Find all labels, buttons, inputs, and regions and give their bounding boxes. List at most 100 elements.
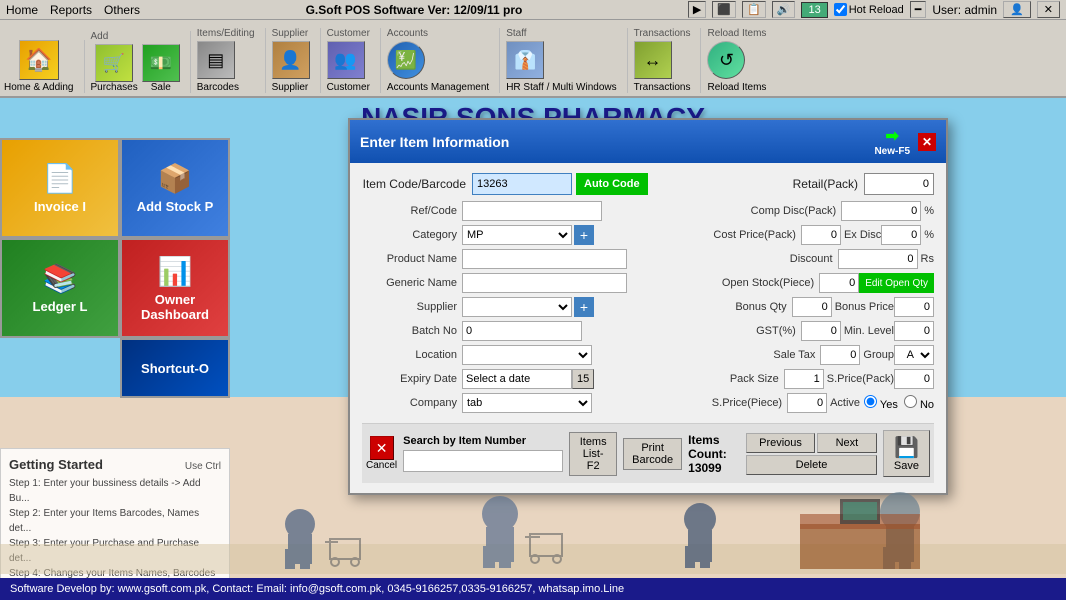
ex-disc-suffix: % — [924, 229, 934, 241]
print-barcode-button[interactable]: Print Barcode — [623, 438, 682, 470]
toolbar-customer-item[interactable]: 👥 Customer — [327, 41, 370, 93]
discount-label: Discount — [748, 253, 838, 265]
active-no-option[interactable]: No — [904, 395, 934, 411]
ref-code-label: Ref/Code — [362, 205, 462, 217]
supplier-select[interactable] — [462, 297, 572, 317]
bonus-price-input[interactable] — [894, 297, 934, 317]
batch-no-label: Batch No — [362, 325, 462, 337]
bonus-qty-input[interactable] — [792, 297, 832, 317]
counter-badge: 13 — [801, 2, 827, 18]
previous-button[interactable]: Previous — [746, 433, 815, 453]
ledger-button[interactable]: 📚 Ledger L — [0, 238, 120, 338]
status-icon-4[interactable]: 🔊 — [772, 1, 796, 18]
expiry-date-picker-button[interactable]: 15 — [572, 369, 594, 389]
toolbar-purchases-item[interactable]: 🛒 Purchases — [91, 44, 138, 93]
close-window-btn[interactable]: ✕ — [1037, 1, 1060, 18]
delete-button[interactable]: Delete — [746, 455, 877, 475]
gst-input[interactable] — [801, 321, 841, 341]
add-stock-button[interactable]: 📦 Add Stock P — [120, 138, 230, 238]
toolbar-transactions-item[interactable]: ↔ Transactions — [634, 41, 691, 93]
toolbar-itemsedit-label: Items/Editing — [197, 28, 255, 39]
toolbar-barcodes-item[interactable]: ▤ Barcodes — [197, 41, 239, 93]
sprice-pack-input[interactable] — [894, 369, 934, 389]
auto-code-button[interactable]: Auto Code — [576, 173, 648, 195]
min-level-input[interactable] — [894, 321, 934, 341]
active-yes-radio[interactable] — [864, 395, 877, 408]
company-label: Company — [362, 397, 462, 409]
edit-open-qty-button[interactable]: Edit Open Qty — [859, 273, 934, 293]
toolbar-staff-item[interactable]: 👔 HR Staff / Multi Windows — [506, 41, 616, 93]
expiry-date-label: Expiry Date — [362, 373, 462, 385]
hot-reload-label: Hot Reload — [834, 3, 904, 16]
invoice-button[interactable]: 📄 Invoice I — [0, 138, 120, 238]
status-icon-2[interactable]: ⬛ — [712, 1, 736, 18]
toolbar-reload-item[interactable]: ↺ Reload Items — [707, 41, 766, 93]
toolbar-sale-item[interactable]: 💵 Sale — [142, 44, 180, 93]
expiry-date-input[interactable] — [462, 369, 572, 389]
toolbar-sale-label: Sale — [151, 82, 171, 93]
comp-disc-input[interactable] — [841, 201, 921, 221]
toolbar-staff-group-label: Staff — [506, 28, 526, 39]
status-icon-3[interactable]: 📋 — [742, 1, 766, 18]
bonus-qty-label: Bonus Qty — [702, 301, 792, 313]
discount-input[interactable] — [838, 249, 918, 269]
company-select[interactable]: tab — [462, 393, 592, 413]
toolbar-home-label: Home & Adding — [4, 82, 74, 93]
pack-size-input[interactable] — [784, 369, 824, 389]
toolbar-home-icon[interactable]: 🏠 — [19, 40, 59, 80]
bonus-price-label: Bonus Price — [835, 301, 894, 313]
item-code-input[interactable] — [472, 173, 572, 195]
menu-others[interactable]: Others — [104, 3, 140, 17]
product-name-input[interactable] — [462, 249, 627, 269]
dialog-close-button[interactable]: ✕ — [918, 133, 936, 151]
category-select[interactable]: MP — [462, 225, 572, 245]
save-button[interactable]: 💾 Save — [883, 430, 930, 477]
status-bar: Software Develop by: www.gsoft.com.pk, C… — [0, 578, 1066, 600]
items-list-f2-button[interactable]: Items List-F2 — [569, 432, 617, 476]
gst-label: GST(%) — [711, 325, 801, 337]
status-icon-1[interactable]: ▶ — [688, 1, 706, 18]
next-button[interactable]: Next — [817, 433, 877, 453]
open-stock-input[interactable] — [819, 273, 859, 293]
invoice-icon: 📄 — [43, 162, 78, 195]
toolbar-customer-label: Customer — [327, 82, 370, 93]
items-count: Items Count: 13099 — [688, 433, 740, 475]
toolbar-add-label: Add — [91, 31, 109, 42]
sprice-piece-label: S.Price(Piece) — [697, 397, 787, 409]
ledger-label: Ledger L — [33, 299, 88, 314]
batch-no-input[interactable] — [462, 321, 582, 341]
sprice-piece-input[interactable] — [787, 393, 827, 413]
hot-reload-checkbox[interactable] — [834, 3, 847, 16]
owner-dashboard-label: Owner Dashboard — [122, 292, 228, 322]
retail-pack-input[interactable] — [864, 173, 934, 195]
menu-reports[interactable]: Reports — [50, 3, 92, 17]
pack-size-label: Pack Size — [694, 373, 784, 385]
shortcut-button[interactable]: Shortcut-O — [120, 338, 230, 398]
active-no-radio[interactable] — [904, 395, 917, 408]
ref-code-input[interactable] — [462, 201, 602, 221]
toolbar-supplier-item[interactable]: 👤 Supplier — [272, 41, 310, 93]
add-stock-label: Add Stock P — [137, 199, 214, 214]
group-select[interactable]: A — [894, 345, 934, 365]
retail-pack-label: Retail(Pack) — [793, 177, 864, 191]
toolbar-accounts-label: Accounts Management — [387, 82, 489, 93]
cancel-x-button[interactable]: ✕ — [370, 436, 394, 460]
toolbar-accounts-item[interactable]: 💹 Accounts Management — [387, 41, 489, 93]
generic-name-input[interactable] — [462, 273, 627, 293]
owner-dashboard-button[interactable]: 📊 Owner Dashboard — [120, 238, 230, 338]
user-btn[interactable]: 👤 — [1003, 1, 1031, 18]
category-add-button[interactable]: + — [574, 225, 594, 245]
supplier-add-button[interactable]: + — [574, 297, 594, 317]
minimize-icon[interactable]: ━ — [910, 1, 927, 18]
active-yes-option[interactable]: Yes — [864, 395, 898, 411]
cost-price-input[interactable] — [801, 225, 841, 245]
menu-home[interactable]: Home — [6, 3, 38, 17]
ex-disc-input[interactable] — [881, 225, 921, 245]
search-input[interactable] — [403, 450, 563, 472]
location-select[interactable] — [462, 345, 592, 365]
toolbar-reload-group-label: Reload Items — [707, 28, 766, 39]
ex-disc-label: Ex Disc — [844, 229, 881, 241]
item-info-dialog: Enter Item Information ➡ New-F5 ✕ Item C… — [348, 118, 948, 495]
cost-price-label: Cost Price(Pack) — [711, 229, 801, 241]
sale-tax-input[interactable] — [820, 345, 860, 365]
